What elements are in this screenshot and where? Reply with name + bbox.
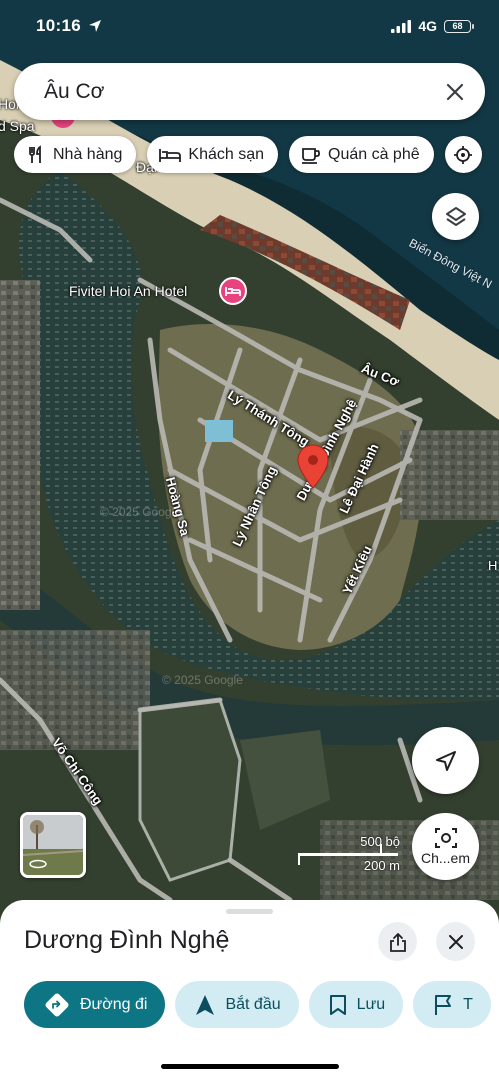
street-view-thumbnail[interactable] — [20, 812, 86, 878]
category-chips: Nhà hàng Khách sạn Quán cà phê — [14, 136, 482, 173]
status-time: 10:16 — [36, 16, 81, 35]
chip-coffee-label: Quán cà phê — [328, 145, 420, 163]
share-button[interactable] — [378, 922, 417, 961]
my-location-button[interactable] — [412, 727, 479, 794]
chip-restaurants-label: Nhà hàng — [53, 145, 123, 163]
hotel-pin-icon[interactable] — [219, 277, 247, 305]
home-indicator[interactable] — [161, 1064, 339, 1069]
chip-hotels-label: Khách sạn — [188, 145, 264, 163]
layers-icon — [445, 206, 466, 226]
save-label: Lưu — [356, 995, 386, 1013]
close-sheet-button[interactable] — [436, 922, 475, 961]
fork-knife-icon — [29, 144, 41, 163]
map-watermark-2: © 2025 Google — [162, 673, 243, 687]
close-icon — [446, 83, 464, 100]
camera-scan-icon — [434, 828, 457, 848]
flag-icon — [435, 994, 452, 1015]
clear-search-button[interactable] — [433, 70, 477, 114]
share-icon — [389, 932, 406, 952]
search-query[interactable]: Âu Cơ — [44, 80, 433, 104]
bed-icon — [159, 148, 182, 162]
search-bar[interactable]: Âu Cơ — [14, 63, 485, 120]
place-title: Dương Đình Nghệ — [24, 926, 230, 954]
tag-button[interactable]: T — [413, 981, 491, 1028]
hotel-label[interactable]: Fivitel Hoi An Hotel — [69, 283, 187, 299]
rotate-360-icon — [29, 859, 47, 869]
bookmark-icon — [329, 994, 346, 1015]
chip-coffee[interactable]: Quán cà phê — [289, 136, 434, 173]
place-actions: Đường đi Bắt đầu Lưu T — [24, 981, 491, 1028]
directions-label: Đường đi — [80, 995, 148, 1013]
edge-label-h: H — [488, 558, 498, 573]
status-bar: 10:16 4G 68 — [0, 0, 499, 54]
sheet-drag-handle[interactable] — [226, 909, 273, 914]
more-places-icon — [454, 145, 473, 164]
map-layers-button[interactable] — [432, 193, 479, 240]
start-button[interactable]: Bắt đầu — [175, 981, 299, 1028]
navigation-arrow-icon — [435, 750, 456, 771]
signal-bars-icon — [391, 19, 412, 33]
close-icon — [448, 934, 463, 949]
chip-restaurants[interactable]: Nhà hàng — [14, 136, 137, 173]
scale-metric: 200 m — [363, 858, 400, 873]
map-watermark-1: © 2025 Google — [100, 505, 181, 519]
battery-icon: 68 — [444, 19, 474, 33]
tag-label: T — [463, 995, 473, 1013]
battery-level: 68 — [452, 21, 463, 31]
network-type: 4G — [418, 18, 437, 34]
chip-more[interactable] — [444, 136, 482, 173]
street-view-button[interactable]: Ch...em — [412, 813, 479, 880]
street-view-label: Ch...em — [420, 850, 470, 866]
coffee-cup-icon — [302, 147, 320, 164]
directions-button[interactable]: Đường đi — [24, 981, 166, 1028]
location-pin-icon[interactable] — [297, 444, 329, 490]
navigation-arrow-icon — [196, 994, 215, 1015]
location-arrow-icon — [89, 20, 101, 32]
start-label: Bắt đầu — [225, 995, 281, 1013]
poi-topleft-label-2: d Spa — [0, 118, 35, 134]
save-button[interactable]: Lưu — [308, 981, 404, 1028]
map-scale: 500 bộ 200 m — [298, 834, 408, 874]
directions-icon — [45, 993, 69, 1016]
chip-hotels[interactable]: Khách sạn — [147, 136, 278, 173]
